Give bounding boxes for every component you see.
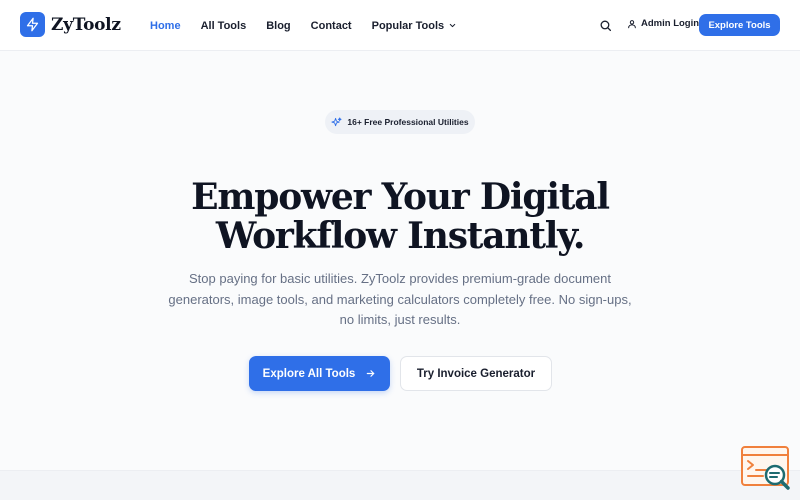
badge-label: 16+ Free Professional Utilities: [347, 117, 469, 127]
search-button[interactable]: [599, 19, 612, 32]
brand-logo[interactable]: ZyToolz: [20, 12, 121, 37]
code-search-icon: [741, 446, 790, 490]
sparkles-icon: [331, 116, 342, 126]
explore-tools-button[interactable]: Explore Tools: [699, 14, 780, 36]
hero-subtitle: Stop paying for basic utilities. ZyToolz…: [168, 271, 632, 327]
try-invoice-generator-button[interactable]: Try Invoice Generator: [400, 356, 552, 391]
hero-title-line-1: Empower Your Digital: [191, 176, 610, 218]
nav-link-blog[interactable]: Blog: [266, 20, 290, 32]
main-nav: Home All Tools Blog Contact Popular Tool…: [150, 0, 477, 51]
nav-link-home[interactable]: Home: [150, 20, 181, 32]
top-navbar: ZyToolz Home All Tools Blog Contact Popu…: [0, 0, 800, 51]
nav-link-contact[interactable]: Contact: [311, 20, 352, 32]
code-search-widget[interactable]: [741, 446, 791, 492]
popular-tools-label: Popular Tools: [371, 19, 445, 32]
explore-all-tools-label: Explore All Tools: [262, 367, 356, 380]
hero-title-line-2: Workflow Instantly.: [215, 215, 586, 257]
admin-login-label: Admin Login: [641, 18, 700, 29]
brand-name: ZyToolz: [51, 14, 121, 35]
search-icon: [600, 20, 612, 32]
utilities-badge: 16+ Free Professional Utilities: [325, 110, 475, 134]
admin-login-link[interactable]: Admin Login: [627, 18, 699, 29]
user-icon: [628, 19, 636, 28]
nav-link-all-tools[interactable]: All Tools: [201, 20, 247, 32]
hero-title: Empower Your Digital Workflow Instantly.: [150, 178, 650, 256]
next-section: [0, 470, 800, 500]
arrow-right-icon: [367, 370, 375, 377]
popular-tools-dropdown[interactable]: Popular Tools: [372, 20, 458, 32]
chevron-down-icon: [449, 23, 456, 28]
lightning-bolt-icon: [20, 12, 45, 37]
explore-all-tools-button[interactable]: Explore All Tools: [249, 356, 390, 391]
